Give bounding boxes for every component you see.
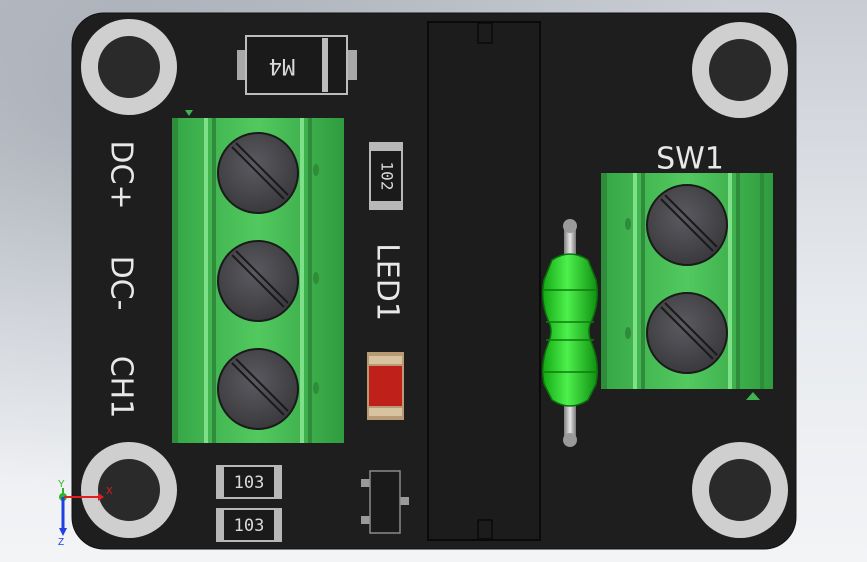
label-ch1: CH1 [104, 356, 139, 419]
resistor-2-marking: 103 [234, 516, 265, 536]
screw-sw1-top[interactable] [646, 184, 728, 266]
label-sw1: SW1 [656, 142, 724, 177]
label-dc-minus: DC- [104, 256, 139, 311]
mount-hole-top-left [81, 19, 177, 115]
smd-resistor-103-lower[interactable]: 103 [216, 508, 282, 542]
screw-dc-minus[interactable] [217, 240, 299, 322]
led1[interactable] [367, 352, 404, 420]
label-dc-plus: DC+ [104, 140, 139, 209]
triad-z-label: Z [58, 537, 64, 548]
relay-socket[interactable] [427, 21, 541, 541]
smd-component-102[interactable]: 102 [369, 142, 403, 210]
screw-dc-plus[interactable] [217, 132, 299, 214]
diode-m4[interactable]: M4 [237, 35, 357, 95]
smd-resistor-103-upper[interactable]: 103 [216, 465, 282, 499]
cad-viewport[interactable]: M4 DC+ DC- CH1 102 LED1 SW1 103 103 X Y … [0, 0, 867, 562]
screw-sw1-bottom[interactable] [646, 292, 728, 374]
mount-hole-bottom-left [81, 442, 177, 538]
diode-marking: M4 [269, 53, 296, 78]
triad-y-label: Y [58, 479, 65, 490]
label-led1: LED1 [370, 243, 405, 321]
mount-hole-top-right [692, 22, 788, 118]
mount-hole-bottom-right [692, 442, 788, 538]
resistor-1-marking: 103 [234, 473, 265, 493]
terminal-block-left[interactable] [172, 110, 344, 443]
screw-ch1[interactable] [217, 348, 299, 430]
smd-102-marking: 102 [378, 162, 397, 191]
terminal-block-sw1[interactable] [601, 173, 773, 400]
triad-x-label: X [106, 486, 113, 497]
